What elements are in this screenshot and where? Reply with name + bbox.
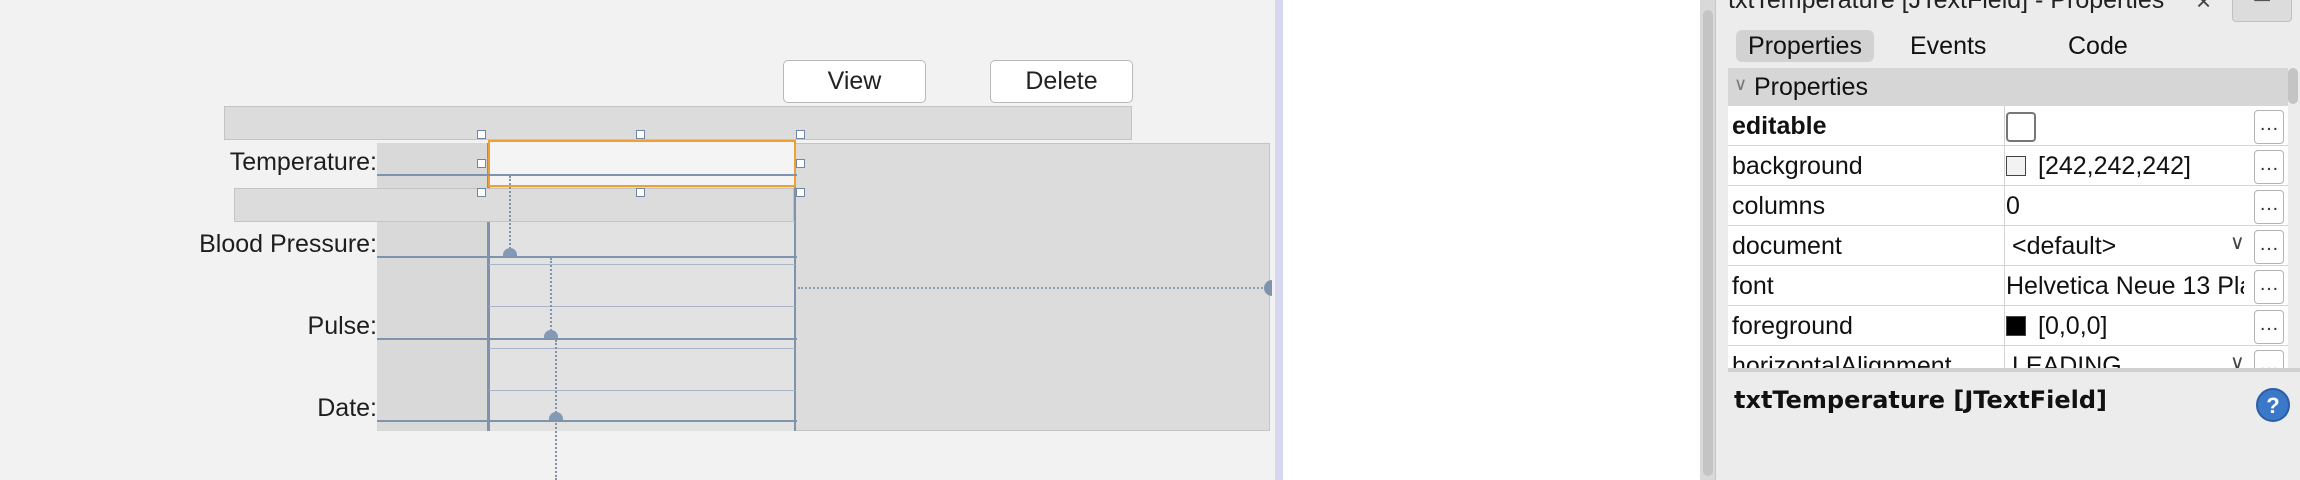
vertical-guide: [550, 258, 552, 334]
date-label: Date:: [317, 394, 377, 422]
baseline-guide: [377, 174, 797, 176]
tab-events[interactable]: Events: [1910, 30, 1986, 62]
alignment-guide: [798, 287, 1270, 289]
description-title: txtTemperature [JTextField]: [1734, 386, 2107, 414]
property-editor-button[interactable]: …: [2254, 230, 2284, 264]
pulse-label: Pulse:: [307, 312, 377, 340]
baseline-anchor[interactable]: [544, 330, 558, 338]
property-row-font[interactable]: font Helvetica Neue 13 Plain …: [1728, 266, 2288, 306]
property-editor-button[interactable]: …: [2254, 150, 2284, 184]
chevron-down-icon: ∨: [1734, 74, 1748, 94]
property-value[interactable]: [2006, 106, 2246, 146]
property-row-document[interactable]: document <default> ∨ …: [1728, 226, 2288, 266]
property-editor-button[interactable]: …: [2254, 310, 2284, 344]
color-swatch-icon: [2006, 316, 2026, 336]
vertical-guide: [555, 340, 557, 480]
scrollbar-thumb[interactable]: [1703, 10, 1713, 476]
top-panel-bar[interactable]: [224, 106, 1132, 140]
properties-section-header[interactable]: ∨ Properties: [1728, 68, 2288, 106]
property-editor-button[interactable]: …: [2254, 110, 2284, 144]
color-swatch-icon: [2006, 156, 2026, 176]
vertical-guide: [509, 176, 511, 252]
empty-area: [1283, 0, 1700, 480]
editable-checkbox[interactable]: [2006, 112, 2036, 143]
grid-line: [489, 264, 795, 265]
property-value[interactable]: LEADING: [2006, 346, 2252, 368]
property-name: background: [1732, 152, 1863, 180]
property-value[interactable]: [0,0,0]: [2006, 306, 2246, 346]
blood-pressure-label: Blood Pressure:: [199, 230, 377, 258]
property-name: foreground: [1732, 312, 1853, 340]
properties-scrollbar[interactable]: [2288, 68, 2298, 104]
selection-handle[interactable]: [477, 130, 486, 139]
property-name: horizontalAlignment: [1732, 352, 1952, 368]
property-row-editable[interactable]: editable …: [1728, 106, 2288, 146]
view-button[interactable]: View: [783, 60, 926, 103]
selection-handle[interactable]: [796, 130, 805, 139]
property-value[interactable]: Helvetica Neue 13 Plain: [2006, 266, 2244, 306]
property-row-foreground[interactable]: foreground [0,0,0] …: [1728, 306, 2288, 346]
grid-line: [489, 390, 795, 391]
tab-code[interactable]: Code: [2068, 30, 2128, 62]
help-icon[interactable]: ?: [2256, 388, 2290, 422]
close-icon[interactable]: ×: [2196, 0, 2211, 17]
property-value-text: [0,0,0]: [2038, 312, 2108, 340]
label-column: [377, 143, 489, 431]
grid-line: [489, 306, 795, 307]
property-name: font: [1732, 272, 1774, 300]
form-designer-canvas[interactable]: View Delete Temperature: Blood Pressure:…: [0, 0, 1275, 480]
tab-properties-label: Properties: [1748, 32, 1862, 60]
property-name: document: [1732, 232, 1842, 260]
property-value[interactable]: <default>: [2006, 226, 2252, 266]
property-editor-button[interactable]: …: [2254, 190, 2284, 224]
property-value[interactable]: [242,242,242]: [2006, 146, 2246, 186]
temperature-label: Temperature:: [229, 148, 377, 176]
property-row-columns[interactable]: columns 0 …: [1728, 186, 2288, 226]
grid-line: [489, 348, 795, 349]
selection-handle[interactable]: [636, 130, 645, 139]
delete-button[interactable]: Delete: [990, 60, 1133, 103]
property-editor-button[interactable]: …: [2254, 270, 2284, 304]
splitter[interactable]: [1275, 0, 1283, 480]
baseline-anchor[interactable]: [503, 248, 517, 256]
secondary-panel-bar[interactable]: [234, 188, 794, 222]
selection-handle[interactable]: [796, 159, 805, 168]
property-value-text: [242,242,242]: [2038, 152, 2191, 180]
selection-handle[interactable]: [477, 159, 486, 168]
dropdown-chevron-icon[interactable]: ∨: [2230, 230, 2245, 255]
baseline-anchor[interactable]: [549, 412, 563, 420]
property-name: editable: [1732, 112, 1827, 140]
dropdown-chevron-icon[interactable]: ∨: [2230, 350, 2245, 368]
tab-properties[interactable]: Properties: [1736, 30, 1874, 62]
property-sheet: editable … background [242,242,242] … co…: [1728, 106, 2288, 368]
baseline-guide: [377, 256, 797, 258]
baseline-guide: [377, 420, 797, 422]
selection-handle[interactable]: [477, 188, 486, 197]
property-row-horizontal-alignment[interactable]: horizontalAlignment LEADING ∨ …: [1728, 346, 2288, 368]
property-row-background[interactable]: background [242,242,242] …: [1728, 146, 2288, 186]
selection-handle[interactable]: [636, 188, 645, 197]
property-name: columns: [1732, 192, 1826, 220]
temperature-text-field[interactable]: [488, 140, 796, 187]
section-title: Properties: [1754, 73, 1868, 101]
minimize-icon[interactable]: ─: [2232, 0, 2292, 22]
baseline-guide: [377, 338, 797, 340]
description-area: txtTemperature [JTextField] ?: [1728, 372, 2300, 480]
property-value[interactable]: 0: [2006, 186, 2246, 226]
selection-handle[interactable]: [796, 188, 805, 197]
property-editor-button[interactable]: …: [2254, 350, 2284, 368]
